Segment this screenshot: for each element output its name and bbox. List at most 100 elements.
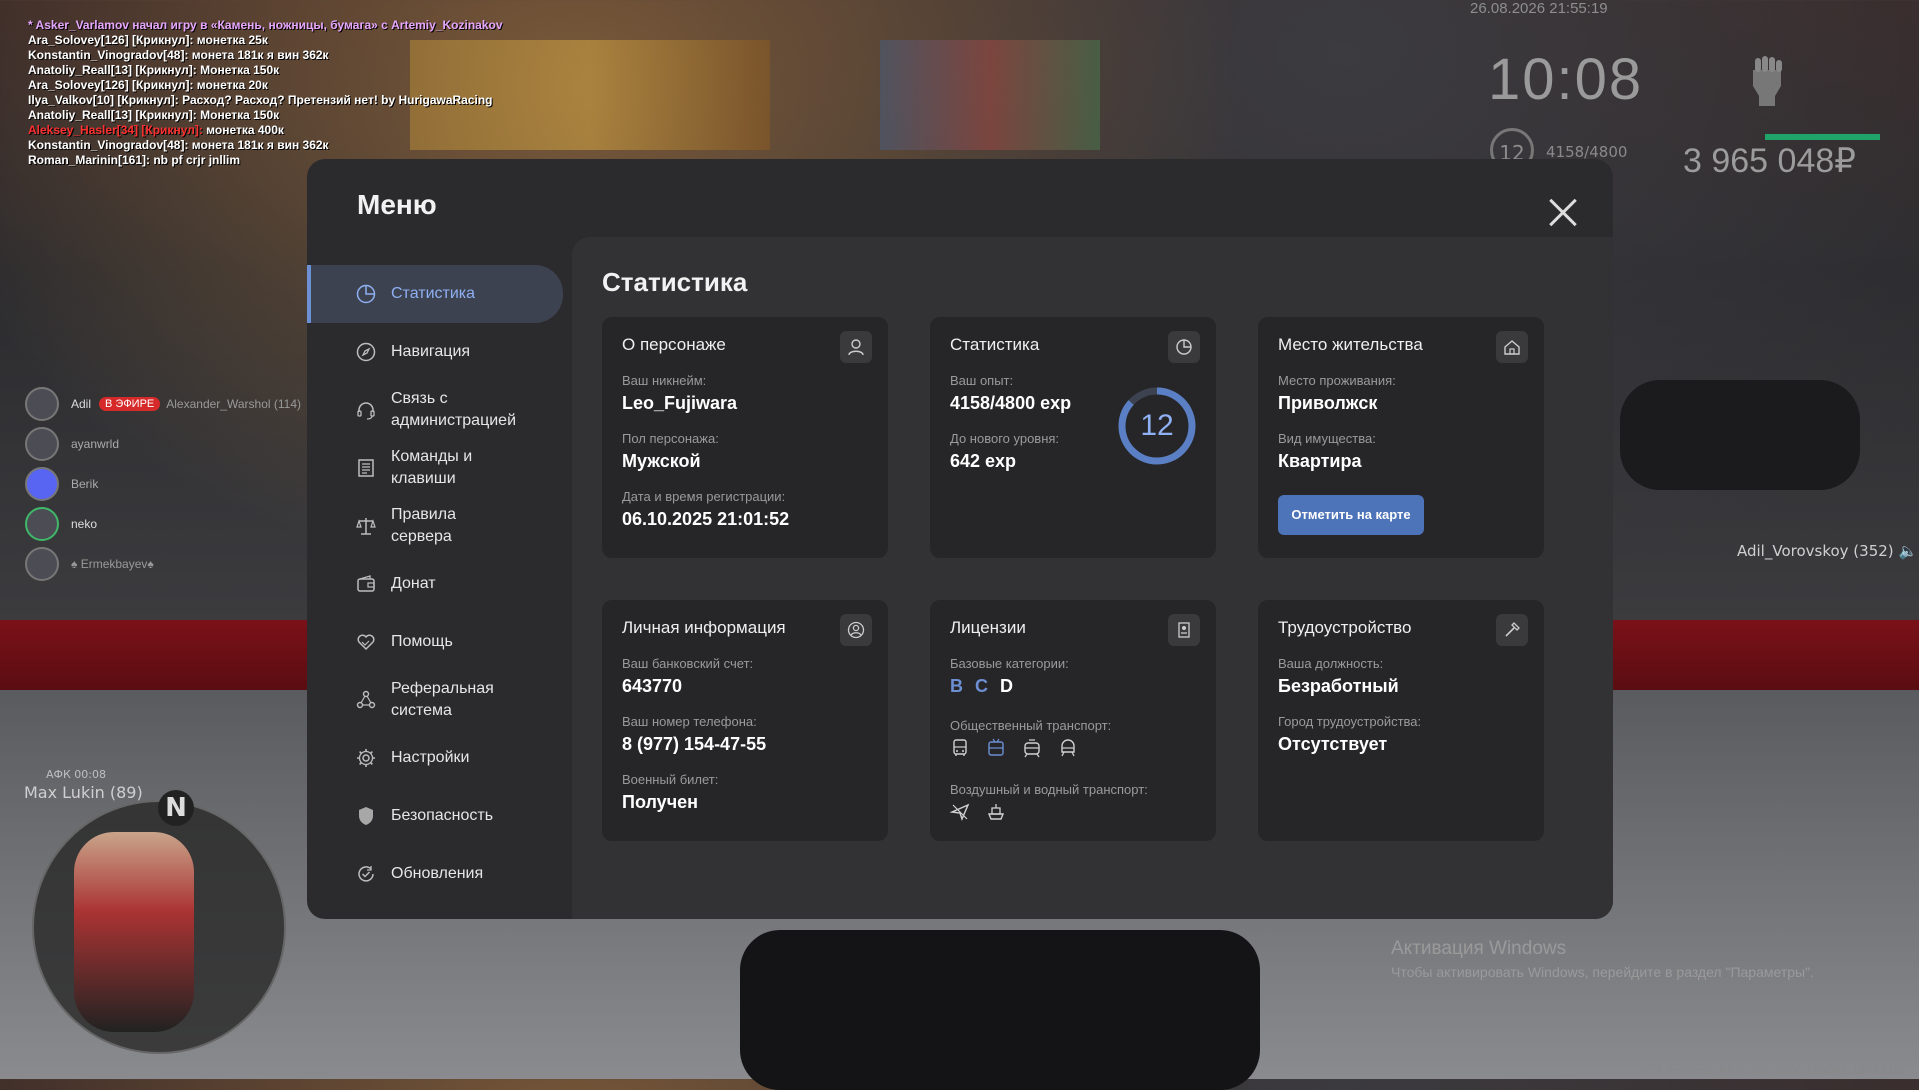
hud-date: 26.08.2026 21:55:19 bbox=[1470, 0, 1608, 17]
chat-text: Anatoliy_Reall[13] [Крикнул]: Монетка 15… bbox=[28, 63, 280, 77]
sidebar-item-scales[interactable]: Правила сервера bbox=[307, 497, 565, 555]
voice-user: neko bbox=[25, 504, 301, 544]
windows-activation-watermark: Активация Windows Чтобы активировать Win… bbox=[1391, 938, 1814, 980]
sidebar-item-gear[interactable]: Настройки bbox=[307, 729, 565, 787]
sidebar-item-document-list[interactable]: Команды и клавиши bbox=[307, 439, 565, 497]
heart-hands-icon bbox=[355, 631, 377, 653]
sidebar-item-label: Правила сервера bbox=[391, 506, 456, 545]
avatar bbox=[25, 507, 59, 541]
nametag-text: Adil_Vorovskoy (352) bbox=[1737, 542, 1894, 560]
tram-icon bbox=[1022, 738, 1042, 758]
airplane-icon bbox=[949, 802, 970, 822]
player-character bbox=[74, 832, 194, 1032]
mark-on-map-button[interactable]: Отметить на карте bbox=[1278, 495, 1424, 535]
air-water-transport-icons bbox=[949, 802, 1006, 822]
next-level-value: 642 exp bbox=[950, 451, 1017, 471]
license-category: C bbox=[975, 676, 988, 696]
player-nametag: Max Lukin (89) bbox=[24, 783, 143, 802]
afk-label: АФК 00:08 bbox=[46, 768, 107, 781]
user-icon bbox=[840, 331, 872, 363]
residence-card: Место жительства Место проживания: Приво… bbox=[1258, 317, 1544, 558]
bank-label: Ваш банковский счет: bbox=[622, 656, 754, 671]
voice-user-name: ♠ Ermekbayev♠ bbox=[71, 557, 154, 571]
sidebar-item-refresh-check[interactable]: Обновления bbox=[307, 845, 565, 903]
voice-user-name: neko bbox=[71, 517, 98, 531]
scales-icon bbox=[355, 515, 377, 537]
sidebar-item-label: Помощь bbox=[391, 633, 453, 650]
base-categories-label: Базовые категории: bbox=[950, 656, 1069, 671]
chat-text: * Asker_Varlamov начал игру в «Камень, н… bbox=[28, 18, 503, 32]
property-type-label: Вид имущества: bbox=[1278, 431, 1376, 446]
avatar bbox=[25, 387, 59, 421]
live-badge: В ЭФИРЕ bbox=[99, 397, 161, 411]
sidebar-item-shield[interactable]: Безопасность bbox=[307, 787, 565, 845]
hammer-icon bbox=[1496, 614, 1528, 646]
sidebar-item-headset[interactable]: Связь с администрацией bbox=[307, 381, 565, 439]
poster-wall bbox=[880, 40, 1100, 150]
train-icon bbox=[1058, 738, 1078, 758]
sidebar-item-compass[interactable]: Навигация bbox=[307, 323, 565, 381]
card-title: Статистика bbox=[950, 335, 1040, 354]
stats-card: Статистика Ваш опыт: 4158/4800 exp До но… bbox=[930, 317, 1216, 558]
chat-line: Ara_Solovey[126] [Крикнул]: монетка 20к bbox=[28, 78, 503, 93]
ship-icon bbox=[986, 802, 1006, 822]
voice-chat-list: Adil В ЭФИРЕ Alexander_Warshol (114) aya… bbox=[25, 384, 301, 584]
bank-value: 643770 bbox=[622, 676, 683, 696]
exp-value: 4158/4800 exp bbox=[950, 393, 1072, 413]
avatar bbox=[25, 467, 59, 501]
chat-line: * Asker_Varlamov начал игру в «Камень, н… bbox=[28, 18, 503, 33]
sidebar-item-wallet[interactable]: Донат bbox=[307, 555, 565, 613]
chat-text: монетка 400к bbox=[206, 123, 284, 137]
activation-text: Чтобы активировать Windows, перейдите в … bbox=[1391, 964, 1814, 980]
chat-text: Anatoliy_Reall[13] [Крикнул]: Монетка 15… bbox=[28, 108, 280, 122]
sidebar-item-pie-chart[interactable]: Статистика bbox=[307, 265, 563, 323]
user-circle-icon bbox=[840, 614, 872, 646]
build-info: MTA:Province #4 (build: 5500-c59041-1674… bbox=[1640, 1064, 1906, 1077]
health-bar bbox=[1765, 134, 1880, 140]
place-label: Место проживания: bbox=[1278, 373, 1396, 388]
menu-title: Меню bbox=[357, 189, 437, 220]
property-type-value: Квартира bbox=[1278, 451, 1362, 471]
voice-user-name: Adil bbox=[71, 397, 92, 411]
chat-line: Aleksey_Hasler[34] [Крикнул]: монетка 40… bbox=[28, 123, 503, 138]
referral-network-icon bbox=[355, 689, 377, 711]
chat-text: Ara_Solovey[126] [Крикнул]: монетка 20к bbox=[28, 78, 268, 92]
avatar bbox=[25, 547, 59, 581]
chat-text: Ilya_Valkov[10] [Крикнул]: Расход? Расхо… bbox=[28, 93, 493, 107]
work-city-label: Город трудоустройства: bbox=[1278, 714, 1422, 729]
license-categories: BCD bbox=[950, 676, 1025, 697]
refresh-check-icon bbox=[355, 863, 377, 885]
player-nametag: Adil_Vorovskoy (352) 🔈 bbox=[1737, 542, 1917, 560]
bus-icon bbox=[950, 738, 970, 758]
parked-car bbox=[1620, 380, 1860, 490]
wallet-icon bbox=[355, 573, 377, 595]
sidebar-item-referral-network[interactable]: Реферальная система bbox=[307, 671, 565, 729]
content-area: Статистика О персонаже Ваш никнейм: Leo_… bbox=[572, 237, 1613, 919]
chat-line: Konstantin_Vinogradov[48]: монета 181к я… bbox=[28, 138, 503, 153]
close-button[interactable] bbox=[1547, 197, 1579, 229]
chat-sender: Aleksey_Hasler[34] [Крикнул]: bbox=[28, 123, 207, 137]
chat-text: Konstantin_Vinogradov[48]: монета 181к я… bbox=[28, 48, 329, 62]
registration-label: Дата и время регистрации: bbox=[622, 489, 786, 504]
compass-north: N bbox=[158, 790, 194, 826]
trolleybus-icon bbox=[986, 738, 1006, 758]
sidebar-item-label: Реферальная система bbox=[391, 680, 494, 719]
hud-money: 3 965 048₽ bbox=[1683, 142, 1856, 180]
chat-line: Anatoliy_Reall[13] [Крикнул]: Монетка 15… bbox=[28, 63, 503, 78]
licenses-card: Лицензии Базовые категории: BCD Обществе… bbox=[930, 600, 1216, 841]
card-title: Трудоустройство bbox=[1278, 618, 1412, 637]
voice-user: ♠ Ermekbayev♠ bbox=[25, 544, 301, 584]
sidebar-item-label: Настройки bbox=[391, 749, 470, 766]
exp-label: Ваш опыт: bbox=[950, 373, 1014, 388]
chat-text: Konstantin_Vinogradov[48]: монета 181к я… bbox=[28, 138, 329, 152]
compass-icon bbox=[355, 341, 377, 363]
hud-time: 10:08 bbox=[1488, 47, 1644, 112]
card-title: О персонаже bbox=[622, 335, 726, 354]
voice-user-extra: Alexander_Warshol (114) bbox=[166, 397, 301, 411]
character-card: О персонаже Ваш никнейм: Leo_Fujiwara По… bbox=[602, 317, 888, 558]
public-transport-icons bbox=[950, 738, 1078, 758]
position-value: Безработный bbox=[1278, 676, 1399, 696]
nickname-label: Ваш никнейм: bbox=[622, 373, 707, 388]
sidebar-item-heart-hands[interactable]: Помощь bbox=[307, 613, 565, 671]
voice-user: Adil В ЭФИРЕ Alexander_Warshol (114) bbox=[25, 384, 301, 424]
